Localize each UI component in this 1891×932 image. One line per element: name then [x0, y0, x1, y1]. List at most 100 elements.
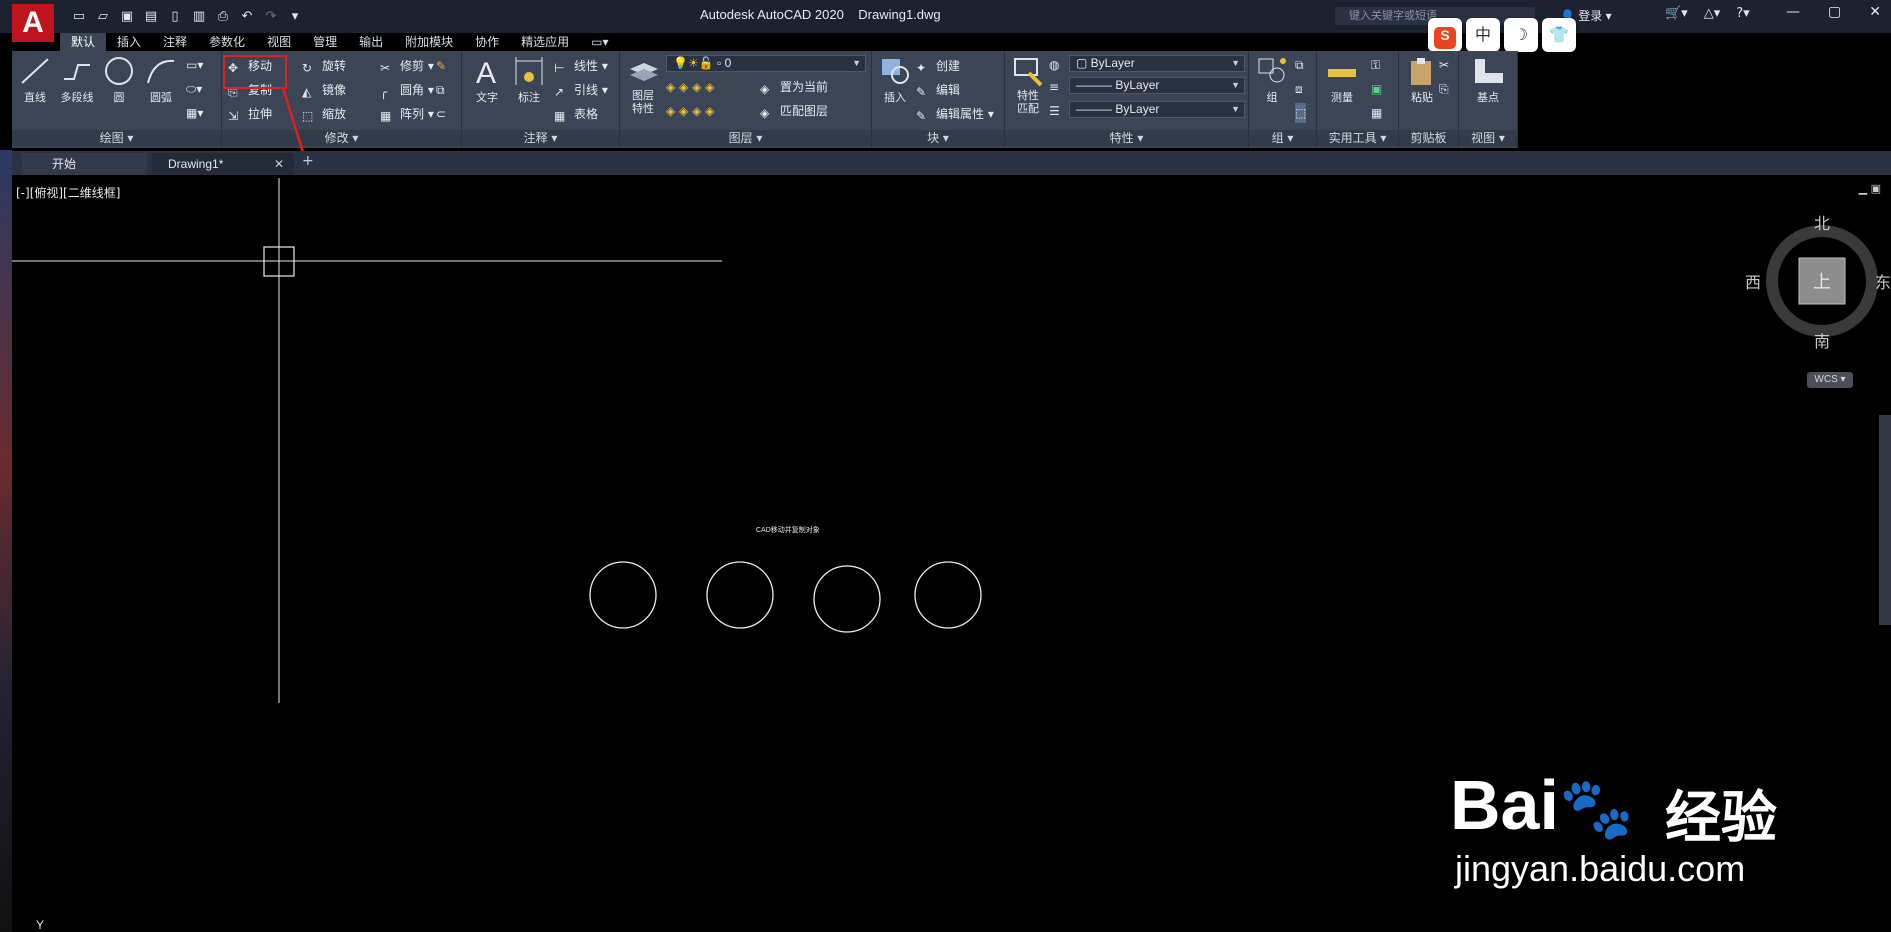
quick-select-icon[interactable]: ▣	[1371, 79, 1382, 99]
annotation-panel-title[interactable]: 注释 ▾	[462, 130, 619, 146]
copy-clip-icon[interactable]: ⎘	[1439, 79, 1449, 99]
close-icon[interactable]: ✕	[274, 153, 284, 175]
hatch-icon[interactable]: ▦▾	[186, 103, 203, 123]
linear-button[interactable]: ⊢ 线性 ▾	[554, 56, 608, 76]
app-logo[interactable]: A	[12, 4, 54, 42]
autodesk-app-icon[interactable]: △▾	[1704, 6, 1721, 21]
color-wheel-icon[interactable]: ◍	[1049, 55, 1059, 75]
group-select-icon[interactable]: ⬚	[1295, 103, 1307, 123]
print-icon[interactable]: ⎙	[214, 8, 232, 26]
arc-tool[interactable]: 圆弧	[140, 55, 182, 105]
open-icon[interactable]: ▱	[94, 8, 112, 26]
wcs-menu[interactable]: WCS ▾	[1807, 372, 1853, 388]
maximize-icon[interactable]: ▢	[1828, 4, 1841, 20]
tab-insert[interactable]: 插入	[106, 33, 152, 51]
viewcube[interactable]: 北 南 西 东 上	[1745, 214, 1891, 351]
customize-icon[interactable]: ▾	[286, 8, 304, 26]
sogou-icon[interactable]: S	[1428, 18, 1462, 52]
calculator-icon[interactable]: ▦	[1371, 103, 1382, 123]
erase-icon[interactable]: ✎	[436, 56, 446, 76]
utilities-panel-title[interactable]: 实用工具 ▾	[1317, 130, 1398, 146]
undo-icon[interactable]: ↶	[238, 8, 256, 26]
match-properties-tool[interactable]: 特性 匹配	[1007, 55, 1049, 115]
base-point-tool[interactable]: 基点	[1467, 55, 1509, 105]
viewcube-top-face[interactable]: 上	[1813, 268, 1831, 294]
tab-output[interactable]: 输出	[348, 33, 394, 51]
group-tool[interactable]: 组	[1251, 55, 1293, 105]
tab-default[interactable]: 默认	[60, 33, 107, 51]
tab-addins[interactable]: 附加模块	[394, 33, 464, 51]
polyline-tool[interactable]: 多段线	[56, 55, 98, 105]
layers-panel-title[interactable]: 图层 ▾	[620, 130, 871, 146]
compass-east[interactable]: 东	[1875, 269, 1891, 293]
cut-icon[interactable]: ✂	[1439, 55, 1449, 75]
tab-annotate[interactable]: 注释	[152, 33, 198, 51]
minimize-icon[interactable]: —	[1786, 4, 1800, 20]
properties-panel-title[interactable]: 特性 ▾	[1005, 130, 1248, 146]
create-block-button[interactable]: ✦ 创建	[916, 56, 960, 76]
color-select[interactable]: ▢ ByLayer ▼	[1069, 55, 1245, 72]
lineweight-icon[interactable]: ≡	[1049, 77, 1059, 97]
tab-collaborate[interactable]: 协作	[464, 33, 510, 51]
web-icon[interactable]: ▯	[166, 8, 184, 26]
compass-south[interactable]: 南	[1814, 328, 1830, 352]
navigation-bar[interactable]	[1879, 415, 1891, 625]
view-panel-title[interactable]: 视图 ▾	[1459, 130, 1517, 146]
viewport-window-controls[interactable]: ▁ ▣	[1859, 182, 1881, 195]
redo-icon[interactable]: ↷	[262, 8, 280, 26]
linetype-icon[interactable]: ☰	[1049, 101, 1060, 121]
tab-featured-apps[interactable]: 精选应用	[510, 33, 580, 51]
edit-block-button[interactable]: ✎ 编辑	[916, 80, 960, 100]
set-current-button[interactable]: ◈ 置为当前	[760, 77, 828, 97]
table-button[interactable]: ▦ 表格	[554, 104, 598, 124]
cart-icon[interactable]: 🛒▾	[1665, 6, 1688, 21]
block-panel-title[interactable]: 块 ▾	[872, 130, 1004, 146]
ungroup-icon[interactable]: ⧉	[1295, 55, 1304, 75]
skin-icon[interactable]: 👕	[1542, 18, 1576, 52]
circle-tool[interactable]: 圆	[98, 55, 140, 105]
linetype-select[interactable]: ——— ByLayer ▼	[1069, 101, 1245, 118]
compass-west[interactable]: 西	[1745, 269, 1761, 293]
compass-north[interactable]: 北	[1814, 210, 1830, 234]
layer-tools-row1[interactable]: ◈ ◈ ◈ ◈	[666, 77, 714, 97]
line-tool[interactable]: 直线	[14, 55, 56, 105]
stretch-button[interactable]: ⇲ 拉伸	[228, 104, 272, 124]
paste-tool[interactable]: 粘贴	[1401, 55, 1443, 105]
group-edit-icon[interactable]: ⧈	[1295, 79, 1303, 99]
tab-parametric[interactable]: 参数化	[198, 33, 256, 51]
ellipse-icon[interactable]: ⬭▾	[186, 79, 202, 99]
leader-button[interactable]: ↗ 引线 ▾	[554, 80, 608, 100]
close-icon[interactable]: ✕	[1869, 4, 1881, 20]
trim-button[interactable]: ✂ 修剪 ▾	[380, 56, 434, 76]
groups-panel-title[interactable]: 组 ▾	[1249, 130, 1316, 146]
tab-start[interactable]: 开始	[22, 153, 147, 175]
dimension-tool[interactable]: 标注	[508, 55, 550, 105]
moon-icon[interactable]: ☽	[1504, 18, 1538, 52]
edit-attributes-button[interactable]: ✎ 编辑属性 ▾	[916, 104, 994, 124]
measure-tool[interactable]: 测量	[1321, 55, 1363, 105]
layer-select[interactable]: 💡☀🔓 ▫ 0 ▼	[666, 55, 866, 72]
tab-view[interactable]: 视图	[256, 33, 302, 51]
text-tool[interactable]: A 文字	[466, 55, 508, 105]
clipboard-panel-title[interactable]: 剪贴板	[1399, 130, 1458, 146]
help-icon[interactable]: ?▾	[1736, 6, 1749, 21]
new-icon[interactable]: ▭	[70, 8, 88, 26]
layer-tools-row2[interactable]: ◈ ◈ ◈ ◈	[666, 101, 714, 121]
publish-icon[interactable]: ▥	[190, 8, 208, 26]
match-layer-button[interactable]: ◈ 匹配图层	[760, 101, 828, 121]
save-as-icon[interactable]: ▤	[142, 8, 160, 26]
array-button[interactable]: ▦ 阵列 ▾	[380, 104, 434, 124]
tab-manage[interactable]: 管理	[302, 33, 348, 51]
rectangle-icon[interactable]: ▭▾	[186, 55, 203, 75]
explode-icon[interactable]: ⧉	[436, 80, 445, 100]
ribbon-toggle-icon[interactable]: ▭▾	[580, 33, 619, 51]
save-icon[interactable]: ▣	[118, 8, 136, 26]
offset-icon[interactable]: ⊂	[436, 104, 446, 124]
draw-panel-title[interactable]: 绘图 ▾	[12, 130, 221, 146]
fillet-button[interactable]: ╭ 圆角 ▾	[380, 80, 434, 100]
chinese-mode-button[interactable]: 中	[1466, 18, 1500, 52]
tab-drawing1[interactable]: Drawing1* ✕	[152, 153, 294, 175]
insert-tool[interactable]: 插入	[874, 55, 916, 105]
rotate-button[interactable]: ↻ 旋转	[302, 56, 346, 76]
add-tab-icon[interactable]: +	[302, 153, 314, 169]
